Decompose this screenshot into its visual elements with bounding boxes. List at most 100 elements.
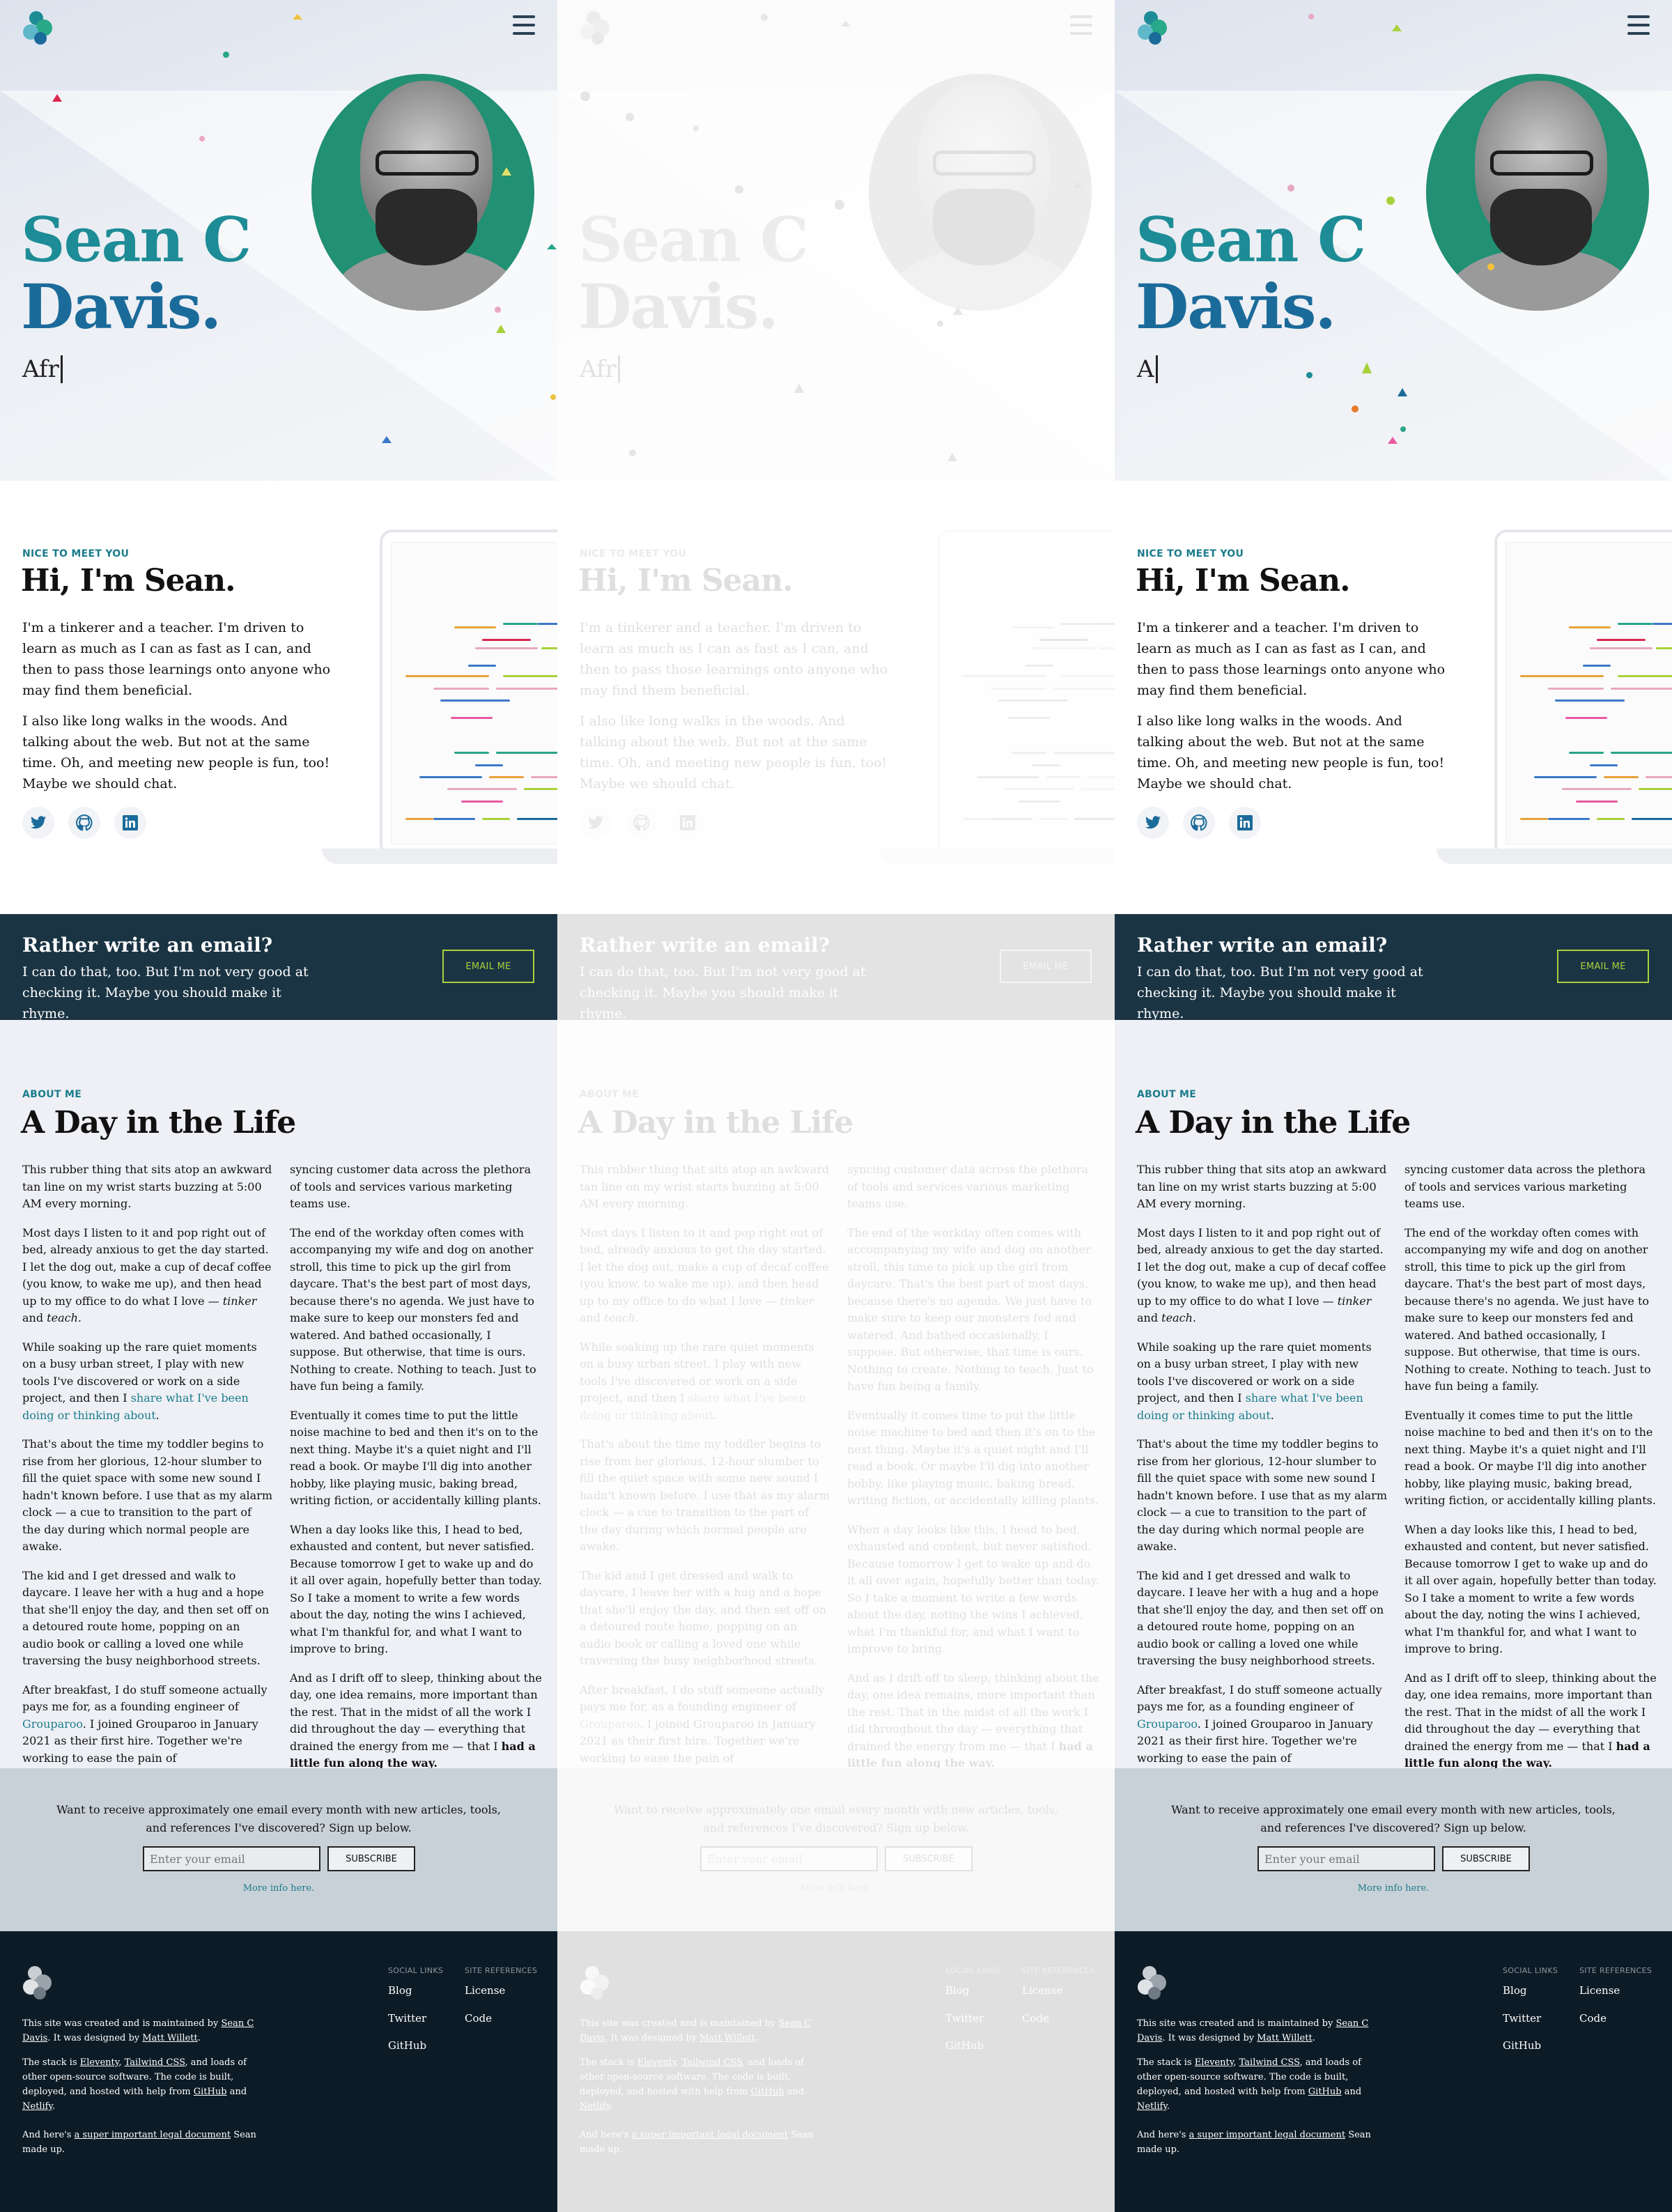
- text-run: .: [713, 1408, 717, 1422]
- more-info-link[interactable]: More info here.: [1115, 1883, 1672, 1894]
- hero-section: Sean C Davis. A: [1115, 0, 1672, 481]
- footer-logo-icon[interactable]: [1136, 1965, 1169, 2001]
- email-input[interactable]: [143, 1846, 320, 1871]
- email-me-button[interactable]: EMAIL ME: [442, 950, 534, 983]
- social-links-heading: SOCIAL LINKS: [945, 1966, 1001, 1975]
- footer-nav-github[interactable]: GitHub: [388, 2039, 426, 2052]
- text-run: After breakfast, I do stuff someone actu…: [1137, 1683, 1382, 1714]
- menu-bar: [513, 15, 535, 18]
- footer-link[interactable]: a super important legal document: [1189, 2130, 1345, 2140]
- linkedin-icon[interactable]: [1229, 807, 1261, 839]
- footer-link[interactable]: GitHub: [194, 2087, 227, 2097]
- footer-link[interactable]: Matt Willett: [699, 2033, 754, 2043]
- confetti-piece: [1352, 405, 1358, 412]
- footer-link[interactable]: GitHub: [751, 2087, 784, 2097]
- code-line: [1597, 818, 1625, 820]
- footer-link[interactable]: Matt Willett: [1257, 2033, 1312, 2043]
- footer-link[interactable]: Eleventy: [637, 2057, 676, 2068]
- footer-stack: The stack is Eleventy, Tailwind CSS, and…: [22, 2055, 259, 2114]
- github-icon[interactable]: [626, 807, 658, 839]
- code-line: [1583, 665, 1611, 667]
- footer-nav-twitter[interactable]: Twitter: [1503, 2012, 1541, 2025]
- twitter-icon[interactable]: [580, 807, 612, 839]
- about-paragraph: Eventually it comes time to put the litt…: [847, 1408, 1099, 1508]
- footer-link[interactable]: Eleventy: [80, 2057, 119, 2068]
- footer-link[interactable]: GitHub: [1308, 2087, 1342, 2097]
- menu-icon[interactable]: [1627, 15, 1650, 35]
- footer-nav-github[interactable]: GitHub: [1503, 2039, 1541, 2052]
- confetti-piece: [1487, 263, 1494, 270]
- email-input[interactable]: [700, 1846, 878, 1871]
- code-line: [1652, 623, 1672, 625]
- footer-logo-icon[interactable]: [578, 1965, 612, 2001]
- footer-nav-license[interactable]: License: [1022, 1984, 1062, 1997]
- subscribe-button[interactable]: SUBSCRIBE: [885, 1846, 973, 1871]
- laptop-illustration: [1494, 529, 1672, 857]
- footer-nav-blog[interactable]: Blog: [1503, 1984, 1526, 1997]
- about-paragraph: When a day looks like this, I head to be…: [1404, 1522, 1657, 1656]
- about-paragraph: Most days I listen to it and pop right o…: [22, 1225, 273, 1327]
- subscribe-button[interactable]: SUBSCRIBE: [327, 1846, 415, 1871]
- confetti-piece: [1073, 181, 1083, 188]
- footer-nav-code[interactable]: Code: [465, 2012, 492, 2025]
- footer-nav-license[interactable]: License: [465, 1984, 505, 1997]
- newsletter-section: Want to receive approximately one email …: [557, 1768, 1115, 1931]
- footer-link[interactable]: Eleventy: [1195, 2057, 1234, 2068]
- footer-link[interactable]: Netlify: [580, 2101, 610, 2112]
- code-line: [1053, 752, 1115, 754]
- confetti-piece: [1306, 372, 1313, 378]
- more-info-link[interactable]: More info here.: [557, 1883, 1115, 1894]
- footer-nav-license[interactable]: License: [1579, 1984, 1620, 1997]
- footer-nav-blog[interactable]: Blog: [388, 1984, 412, 1997]
- more-info-link[interactable]: More info here.: [0, 1883, 557, 1894]
- confetti-piece: [547, 244, 557, 249]
- about-column-left: This rubber thing that sits atop an awkw…: [1137, 1161, 1388, 1779]
- confetti-piece: [1398, 388, 1407, 396]
- about-paragraph: This rubber thing that sits atop an awkw…: [580, 1163, 830, 1210]
- footer-nav-twitter[interactable]: Twitter: [945, 2012, 984, 2025]
- hero-name-line2: Davis.: [578, 270, 779, 343]
- email-me-button[interactable]: EMAIL ME: [1000, 950, 1092, 983]
- grouparoo-link[interactable]: Grouparoo: [580, 1717, 640, 1731]
- footer-link[interactable]: a super important legal document: [632, 2130, 788, 2140]
- footer-nav-code[interactable]: Code: [1579, 2012, 1607, 2025]
- footer-logo-icon[interactable]: [21, 1965, 54, 2001]
- confetti-piece: [1308, 14, 1314, 20]
- menu-icon[interactable]: [1070, 15, 1092, 35]
- logo-icon[interactable]: [21, 10, 56, 46]
- footer-link[interactable]: Tailwind CSS: [1239, 2057, 1300, 2068]
- intro-paragraph: I also like long walks in the woods. And…: [22, 713, 330, 791]
- footer-link[interactable]: a super important legal document: [75, 2130, 231, 2140]
- code-line: [1005, 788, 1074, 790]
- text-run: And here's: [580, 2130, 632, 2140]
- footer-link[interactable]: Tailwind CSS: [125, 2057, 185, 2068]
- logo-icon[interactable]: [1136, 10, 1170, 46]
- github-icon[interactable]: [68, 807, 100, 839]
- linkedin-icon[interactable]: [672, 807, 704, 839]
- about-eyebrow: ABOUT ME: [580, 1089, 640, 1100]
- about-section: ABOUT ME A Day in the Life This rubber t…: [557, 1020, 1115, 1770]
- footer-nav-code[interactable]: Code: [1022, 2012, 1049, 2025]
- confetti-piece: [629, 449, 636, 456]
- footer-link[interactable]: Netlify: [22, 2101, 52, 2112]
- footer-nav-twitter[interactable]: Twitter: [388, 2012, 426, 2025]
- footer-link[interactable]: Tailwind CSS: [682, 2057, 743, 2068]
- github-icon[interactable]: [1183, 807, 1215, 839]
- twitter-icon[interactable]: [1137, 807, 1169, 839]
- menu-icon[interactable]: [513, 15, 535, 35]
- typed-text: A: [1137, 355, 1158, 383]
- email-me-button[interactable]: EMAIL ME: [1557, 950, 1649, 983]
- linkedin-icon[interactable]: [114, 807, 146, 839]
- footer-nav-blog[interactable]: Blog: [945, 1984, 969, 1997]
- footer-link[interactable]: Netlify: [1137, 2101, 1167, 2112]
- email-input[interactable]: [1257, 1846, 1435, 1871]
- footer-link[interactable]: Matt Willett: [142, 2033, 197, 2043]
- logo-icon[interactable]: [578, 10, 613, 46]
- grouparoo-link[interactable]: Grouparoo: [22, 1717, 83, 1731]
- twitter-icon[interactable]: [22, 807, 54, 839]
- subscribe-button[interactable]: SUBSCRIBE: [1442, 1846, 1530, 1871]
- social-icons: [1137, 807, 1261, 839]
- footer-nav-github[interactable]: GitHub: [945, 2039, 984, 2052]
- grouparoo-link[interactable]: Grouparoo: [1137, 1717, 1198, 1731]
- code-line: [541, 647, 557, 649]
